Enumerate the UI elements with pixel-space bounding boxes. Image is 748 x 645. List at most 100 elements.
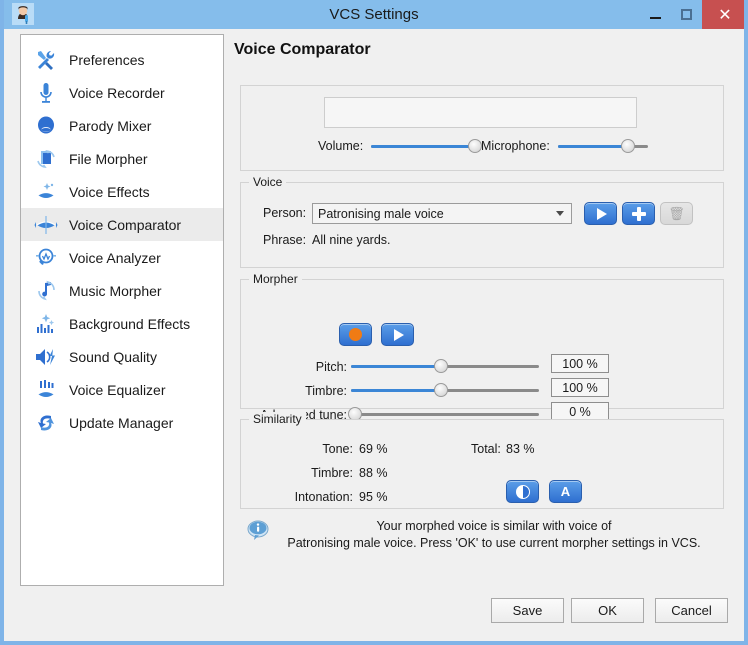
info-text: Your morphed voice is similar with voice… — [284, 518, 704, 552]
sidebar-item-update-manager[interactable]: Update Manager — [21, 406, 223, 439]
client-area: Preferences Voice Recorder Parody Mixer … — [4, 29, 744, 637]
page-title: Voice Comparator — [234, 41, 371, 58]
equalizer-sparkle-icon — [33, 311, 59, 337]
sidebar: Preferences Voice Recorder Parody Mixer … — [20, 34, 224, 586]
sidebar-item-label: Voice Effects — [69, 183, 150, 200]
pitch-value[interactable]: 100 % — [551, 354, 609, 373]
face-icon — [33, 113, 59, 139]
similarity-compare-button[interactable] — [506, 480, 539, 503]
phrase-label: Phrase: — [263, 233, 307, 247]
sidebar-item-label: Voice Comparator — [69, 216, 182, 233]
voice-group-label: Voice — [249, 175, 287, 189]
vcs-settings-window: VCS Settings ✕ Preferences Voice Recorde… — [0, 0, 748, 645]
volume-slider-fill — [371, 145, 474, 148]
person-label: Person: — [263, 206, 307, 220]
timbre-value[interactable]: 100 % — [551, 378, 609, 397]
sidebar-item-label: Voice Analyzer — [69, 249, 161, 266]
minimize-button[interactable] — [640, 0, 671, 29]
sidebar-item-voice-recorder[interactable]: Voice Recorder — [21, 76, 223, 109]
microphone-slider[interactable] — [557, 138, 648, 154]
sidebar-item-label: Preferences — [69, 51, 145, 68]
sidebar-item-parody-mixer[interactable]: Parody Mixer — [21, 109, 223, 142]
title-bar: VCS Settings ✕ — [4, 0, 744, 29]
info-row: Your morphed voice is similar with voice… — [240, 516, 724, 562]
magnifier-wave-icon — [33, 245, 59, 271]
window-controls: ✕ — [640, 0, 744, 29]
microphone-icon — [33, 80, 59, 106]
morpher-record-button[interactable] — [339, 323, 372, 346]
pitch-label: Pitch: — [315, 360, 347, 374]
footer-buttons: Save OK Cancel — [232, 598, 728, 628]
voice-group: Voice Person: Patronising male voice 🗑 P… — [240, 175, 724, 268]
sidebar-item-label: Voice Equalizer — [69, 381, 166, 398]
info-bubble-icon — [246, 519, 270, 543]
timbre-label: Timbre: — [305, 384, 347, 398]
sidebar-item-voice-equalizer[interactable]: Voice Equalizer — [21, 373, 223, 406]
letter-a-icon: A — [560, 484, 571, 499]
microphone-slider-row: Microphone: — [481, 138, 648, 154]
lips-equalizer-icon — [33, 377, 59, 403]
file-refresh-icon — [33, 146, 59, 172]
timbre-slider-fill — [351, 389, 442, 392]
sidebar-item-label: File Morpher — [69, 150, 148, 167]
cancel-button[interactable]: Cancel — [655, 598, 728, 623]
microphone-slider-thumb[interactable] — [620, 139, 635, 153]
save-button[interactable]: Save — [491, 598, 564, 623]
window-title: VCS Settings — [329, 6, 419, 23]
voice-delete-button[interactable]: 🗑 — [660, 202, 693, 225]
sidebar-item-label: Voice Recorder — [69, 84, 165, 101]
maximize-button[interactable] — [671, 0, 702, 29]
phrase-value: All nine yards. — [312, 233, 391, 247]
close-button[interactable]: ✕ — [702, 0, 744, 29]
sidebar-item-voice-effects[interactable]: Voice Effects — [21, 175, 223, 208]
morpher-group: Morpher Pitch: 100 % Timbre: 100 % tune:… — [240, 272, 724, 422]
record-icon — [349, 328, 362, 341]
speaker-bolt-icon — [33, 344, 59, 370]
sidebar-item-voice-comparator[interactable]: Voice Comparator — [21, 208, 223, 241]
plus-icon — [631, 206, 646, 221]
sidebar-item-voice-analyzer[interactable]: Voice Analyzer — [21, 241, 223, 274]
microphone-label: Microphone: — [481, 139, 550, 153]
pitch-slider-thumb[interactable] — [434, 359, 449, 373]
tone-value: 69 % — [359, 442, 388, 456]
volume-slider[interactable] — [371, 138, 483, 154]
ok-button[interactable]: OK — [571, 598, 644, 623]
sidebar-item-label: Background Effects — [69, 315, 191, 332]
tone-label: Tone: — [322, 442, 353, 456]
volume-slider-row: Volume: — [318, 138, 483, 154]
advanced-tune-slider-track — [351, 413, 539, 416]
morpher-play-button[interactable] — [381, 323, 414, 346]
sidebar-item-preferences[interactable]: Preferences — [21, 43, 223, 76]
play-icon — [597, 207, 607, 220]
person-select-value: Patronising male voice — [318, 206, 444, 221]
similarity-timbre-value: 88 % — [359, 466, 388, 480]
morpher-group-label: Morpher — [249, 272, 302, 286]
refresh-arrows-icon — [33, 410, 59, 436]
waveform-display[interactable] — [324, 97, 637, 128]
total-value: 83 % — [506, 442, 535, 456]
pitch-slider-fill — [351, 365, 442, 368]
sidebar-item-music-morpher[interactable]: Music Morpher — [21, 274, 223, 307]
similarity-letter-button[interactable]: A — [549, 480, 582, 503]
trash-icon: 🗑 — [668, 205, 685, 221]
similarity-group-label: Similarity — [249, 412, 306, 426]
microphone-slider-fill — [557, 145, 627, 148]
close-icon: ✕ — [718, 6, 732, 24]
volume-label: Volume: — [318, 139, 364, 153]
person-select[interactable]: Patronising male voice — [312, 203, 572, 224]
voice-play-button[interactable] — [584, 202, 617, 225]
similarity-timbre-label: Timbre: — [311, 466, 353, 480]
display-group: Volume: Microphone: — [240, 85, 724, 171]
sidebar-item-file-morpher[interactable]: File Morpher — [21, 142, 223, 175]
sidebar-item-background-effects[interactable]: Background Effects — [21, 307, 223, 340]
sidebar-item-sound-quality[interactable]: Sound Quality — [21, 340, 223, 373]
pitch-slider[interactable] — [351, 358, 539, 374]
timbre-slider[interactable] — [351, 382, 539, 398]
sidebar-item-label: Parody Mixer — [69, 117, 152, 134]
contrast-circle-icon — [515, 484, 530, 499]
similarity-group: Similarity Tone: 69 % Timbre: 88 % Inton… — [240, 412, 724, 509]
voice-add-button[interactable] — [622, 202, 655, 225]
intonation-value: 95 % — [359, 490, 388, 504]
timbre-slider-thumb[interactable] — [434, 383, 449, 397]
intonation-label: Intonation: — [294, 490, 353, 504]
